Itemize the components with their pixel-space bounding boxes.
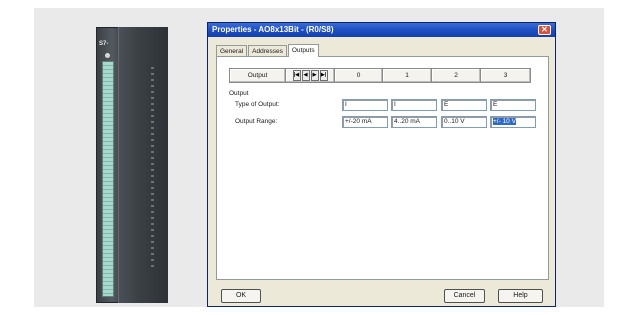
next-icon[interactable]: ▶: [310, 70, 319, 81]
grid-header: Output |◀ ◀ ▶ ▶| 0 1 2 3: [229, 68, 531, 83]
output-range-field-2[interactable]: 0..10 V: [441, 116, 487, 128]
last-icon[interactable]: ▶|: [319, 70, 328, 81]
cancel-button[interactable]: Cancel: [444, 289, 485, 303]
output-range-label: Output Range:: [235, 118, 278, 125]
dialog-title: Properties - AO8x13Bit - (R0/S8): [212, 25, 334, 34]
type-of-output-field-3[interactable]: E: [490, 99, 536, 111]
column-header-3[interactable]: 3: [480, 68, 531, 83]
type-of-output-label: Type of Output:: [235, 101, 280, 108]
close-icon[interactable]: ✕: [538, 25, 551, 35]
column-header-2[interactable]: 2: [431, 68, 481, 83]
plc-module-image: S7-: [96, 27, 168, 303]
prev-icon[interactable]: ◀: [301, 70, 310, 81]
grid-header-output-label: Output: [229, 68, 286, 83]
ok-button[interactable]: OK: [221, 289, 261, 303]
plc-module-side: [118, 27, 168, 303]
column-header-0[interactable]: 0: [334, 68, 383, 83]
plc-status-led: [105, 53, 110, 58]
column-header-1[interactable]: 1: [382, 68, 432, 83]
dialog-titlebar[interactable]: Properties - AO8x13Bit - (R0/S8) ✕: [208, 23, 555, 37]
plc-module-label: S7-: [99, 41, 109, 47]
output-section-label: Output: [229, 90, 249, 97]
help-button[interactable]: Help: [498, 289, 543, 303]
first-icon[interactable]: |◀: [292, 70, 301, 81]
output-range-field-3[interactable]: +/- 10 V: [490, 116, 536, 128]
properties-dialog: Properties - AO8x13Bit - (R0/S8) ✕ Gener…: [207, 22, 556, 307]
type-of-output-field-2[interactable]: E: [441, 99, 487, 111]
plc-terminal-strip: [102, 61, 114, 297]
tab-outputs[interactable]: Outputs: [287, 44, 319, 57]
outputs-tab-panel: Output |◀ ◀ ▶ ▶| 0 1 2 3 Output Type of …: [216, 56, 549, 280]
type-of-output-field-1[interactable]: I: [391, 99, 437, 111]
channel-navigator: |◀ ◀ ▶ ▶|: [285, 68, 335, 83]
output-range-field-1[interactable]: 4..20 mA: [391, 116, 437, 128]
plc-vent-slots: [151, 67, 154, 267]
output-range-field-0[interactable]: +/-20 mA: [342, 116, 388, 128]
type-of-output-field-0[interactable]: I: [342, 99, 388, 111]
